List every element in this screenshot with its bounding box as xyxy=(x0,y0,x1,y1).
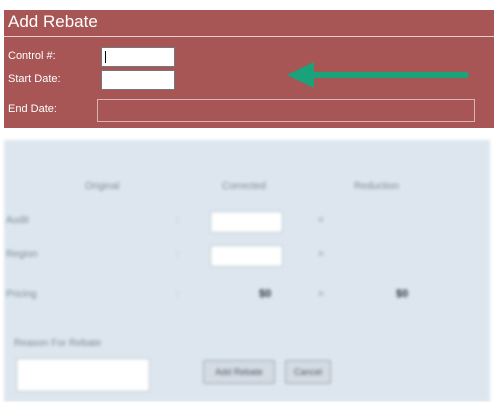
pricing-equals: = xyxy=(318,289,324,300)
cancel-button[interactable]: Cancel xyxy=(285,360,331,384)
start-date-input[interactable] xyxy=(101,70,175,90)
region-equals: = xyxy=(318,249,324,260)
row-label-audit: Audit xyxy=(6,215,29,226)
title-divider xyxy=(4,36,494,37)
audit-colon: : xyxy=(176,215,179,226)
row-label-region: Region xyxy=(6,249,38,260)
control-number-input[interactable] xyxy=(101,47,175,67)
page-title: Add Rebate xyxy=(8,12,98,31)
start-date-label: Start Date: xyxy=(8,73,61,85)
text-cursor xyxy=(105,51,106,63)
pricing-reduction-value: $0 xyxy=(396,288,409,300)
region-corrected-input[interactable] xyxy=(210,245,283,267)
end-date-label: End Date: xyxy=(8,103,57,115)
row-label-pricing: Pricing xyxy=(6,289,37,300)
column-header-reduction: Reduction xyxy=(354,181,400,192)
column-header-original: Original xyxy=(85,181,120,192)
pricing-corrected-value: $0 xyxy=(259,288,272,300)
reason-label: Reason For Rebate xyxy=(14,338,102,349)
audit-corrected-input[interactable] xyxy=(210,211,283,233)
end-date-field xyxy=(97,99,475,122)
region-colon: : xyxy=(176,249,179,260)
add-rebate-header: Add Rebate Control #: Start Date: End Da… xyxy=(4,10,494,128)
pricing-colon: : xyxy=(176,289,179,300)
column-header-corrected: Corrected xyxy=(222,181,266,192)
audit-equals: = xyxy=(318,215,324,226)
rebate-calculation-panel: Original Corrected Reduction Audit : = R… xyxy=(4,140,490,402)
control-number-label: Control #: xyxy=(8,50,56,62)
add-rebate-button[interactable]: Add Rebate xyxy=(203,360,275,384)
reason-input[interactable] xyxy=(16,358,150,392)
arrow-left-icon xyxy=(287,62,469,88)
